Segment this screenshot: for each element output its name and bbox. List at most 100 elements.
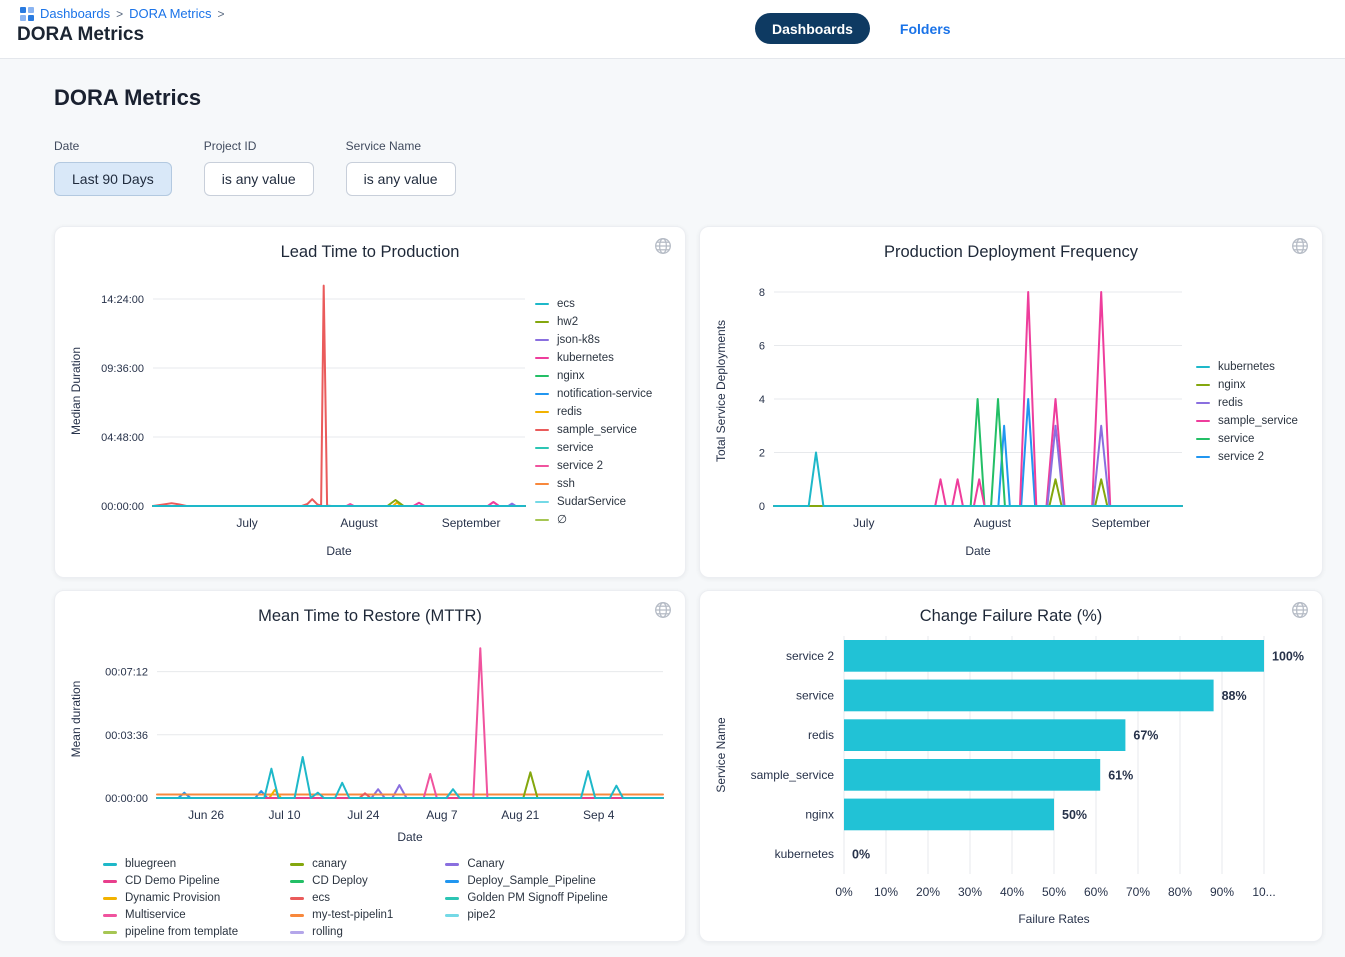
legend-swatch [535, 483, 549, 486]
legend-item-kubernetes[interactable]: kubernetes [1196, 360, 1298, 375]
bar-redis[interactable] [844, 719, 1125, 751]
legend-item-ssh[interactable]: ssh [535, 477, 652, 492]
legend-item-pipeline-from-template[interactable]: pipeline from template [103, 925, 238, 940]
lead-time-chart[interactable]: 00:00:0004:48:0009:36:0014:24:00JulyAugu… [67, 262, 529, 562]
legend-item-dynamic-provision[interactable]: Dynamic Provision [103, 891, 238, 906]
legend-item-service-2[interactable]: service 2 [1196, 450, 1298, 465]
view-tabs: Dashboards Folders [755, 13, 951, 44]
legend-swatch [535, 465, 549, 468]
legend-item-cd-demo-pipeline[interactable]: CD Demo Pipeline [103, 874, 238, 889]
svg-text:sample_service: sample_service [751, 768, 835, 782]
legend-swatch [1196, 384, 1210, 387]
breadcrumb-dashboards-link[interactable]: Dashboards [40, 6, 110, 21]
tab-dashboards[interactable]: Dashboards [755, 13, 870, 44]
legend-label: canary [312, 857, 347, 872]
filter-project-id: Project ID is any value [204, 139, 314, 196]
legend-item-sudarservice[interactable]: SudarService [535, 495, 652, 510]
svg-text:61%: 61% [1108, 768, 1133, 782]
mttr-chart[interactable]: 00:00:0000:03:3600:07:12Jun 26Jul 10Jul … [67, 626, 673, 848]
legend-item-service[interactable]: service [535, 441, 652, 456]
svg-text:00:00:00: 00:00:00 [105, 793, 148, 805]
filter-project-id-value-button[interactable]: is any value [204, 162, 314, 196]
svg-text:Mean duration: Mean duration [69, 681, 83, 758]
legend-label: rolling [312, 925, 343, 940]
breadcrumb-dora-metrics-link[interactable]: DORA Metrics [129, 6, 211, 21]
svg-text:service: service [796, 689, 834, 703]
svg-text:Service Name: Service Name [714, 717, 728, 793]
svg-text:6: 6 [759, 341, 765, 353]
legend-item-multiservice[interactable]: Multiservice [103, 908, 238, 923]
svg-text:40%: 40% [1000, 885, 1024, 899]
legend-swatch [103, 863, 117, 866]
legend-item-kubernetes[interactable]: kubernetes [535, 351, 652, 366]
legend-item-ecs[interactable]: ecs [535, 297, 652, 312]
legend-item-sample_service[interactable]: sample_service [535, 423, 652, 438]
breadcrumb: Dashboards > DORA Metrics > [17, 6, 1345, 21]
filter-date-value-button[interactable]: Last 90 Days [54, 162, 172, 196]
legend-label: pipeline from template [125, 925, 238, 940]
legend-item-ecs[interactable]: ecs [290, 891, 393, 906]
legend-swatch [290, 931, 304, 934]
legend-item-golden-pm-signoff-pipeline[interactable]: Golden PM Signoff Pipeline [445, 891, 607, 906]
legend-item-service[interactable]: service [1196, 432, 1298, 447]
tile-production-deployment-frequency: Production Deployment Frequency 02468Jul… [699, 226, 1323, 578]
legend-swatch [535, 393, 549, 396]
svg-text:50%: 50% [1042, 885, 1066, 899]
globe-icon[interactable] [1290, 237, 1310, 257]
legend-swatch [103, 897, 117, 900]
legend-item-canary[interactable]: canary [290, 857, 393, 872]
legend-swatch [1196, 420, 1210, 423]
deployment-frequency-chart[interactable]: 02468JulyAugustSeptemberDateTotal Servic… [712, 262, 1190, 562]
change-failure-rate-chart[interactable]: 0%10%20%30%40%50%60%70%80%90%10...servic… [712, 626, 1310, 930]
legend-label: service 2 [557, 459, 603, 474]
legend-swatch [535, 303, 549, 306]
svg-text:Date: Date [965, 544, 991, 558]
legend-item-service-2[interactable]: service 2 [535, 459, 652, 474]
legend-item-rolling[interactable]: rolling [290, 925, 393, 940]
legend-swatch [535, 321, 549, 324]
chart-title: Lead Time to Production [67, 243, 673, 262]
legend-item-nginx[interactable]: nginx [535, 369, 652, 384]
legend-item-∅[interactable]: ∅ [535, 513, 652, 528]
globe-icon[interactable] [653, 601, 673, 621]
tab-folders[interactable]: Folders [900, 21, 951, 37]
svg-text:July: July [853, 516, 874, 530]
globe-icon[interactable] [653, 237, 673, 257]
legend-item-json-k8s[interactable]: json-k8s [535, 333, 652, 348]
legend-item-hw2[interactable]: hw2 [535, 315, 652, 330]
bar-nginx[interactable] [844, 799, 1054, 831]
legend-item-redis[interactable]: redis [535, 405, 652, 420]
legend-label: my-test-pipelin1 [312, 908, 393, 923]
legend-item-my-test-pipelin1[interactable]: my-test-pipelin1 [290, 908, 393, 923]
svg-text:00:07:12: 00:07:12 [105, 667, 148, 679]
legend-label: ecs [312, 891, 330, 906]
legend-label: nginx [1218, 378, 1246, 393]
legend-item-redis[interactable]: redis [1196, 396, 1298, 411]
legend-item-notification-service[interactable]: notification-service [535, 387, 652, 402]
svg-text:Jul 24: Jul 24 [347, 808, 379, 822]
legend-swatch [445, 863, 459, 866]
chart-title: Change Failure Rate (%) [712, 607, 1310, 626]
legend-item-bluegreen[interactable]: bluegreen [103, 857, 238, 872]
legend-item-nginx[interactable]: nginx [1196, 378, 1298, 393]
legend-item-deploy_sample_pipeline[interactable]: Deploy_Sample_Pipeline [445, 874, 607, 889]
legend-swatch [535, 411, 549, 414]
filter-service-name-value-button[interactable]: is any value [346, 162, 456, 196]
svg-text:4: 4 [759, 394, 765, 406]
filter-service-name-label: Service Name [346, 139, 456, 153]
svg-text:70%: 70% [1126, 885, 1150, 899]
svg-text:60%: 60% [1084, 885, 1108, 899]
legend-item-sample_service[interactable]: sample_service [1196, 414, 1298, 429]
globe-icon[interactable] [1290, 601, 1310, 621]
bar-service[interactable] [844, 680, 1214, 712]
svg-text:20%: 20% [916, 885, 940, 899]
legend-item-pipe2[interactable]: pipe2 [445, 908, 607, 923]
bar-sample_service[interactable] [844, 759, 1100, 791]
tile-change-failure-rate: Change Failure Rate (%) 0%10%20%30%40%50… [699, 590, 1323, 942]
svg-text:redis: redis [808, 728, 834, 742]
legend-label: sample_service [1218, 414, 1298, 429]
legend-item-cd-deploy[interactable]: CD Deploy [290, 874, 393, 889]
legend-label: redis [1218, 396, 1243, 411]
legend-item-canary[interactable]: Canary [445, 857, 607, 872]
bar-service 2[interactable] [844, 640, 1264, 672]
